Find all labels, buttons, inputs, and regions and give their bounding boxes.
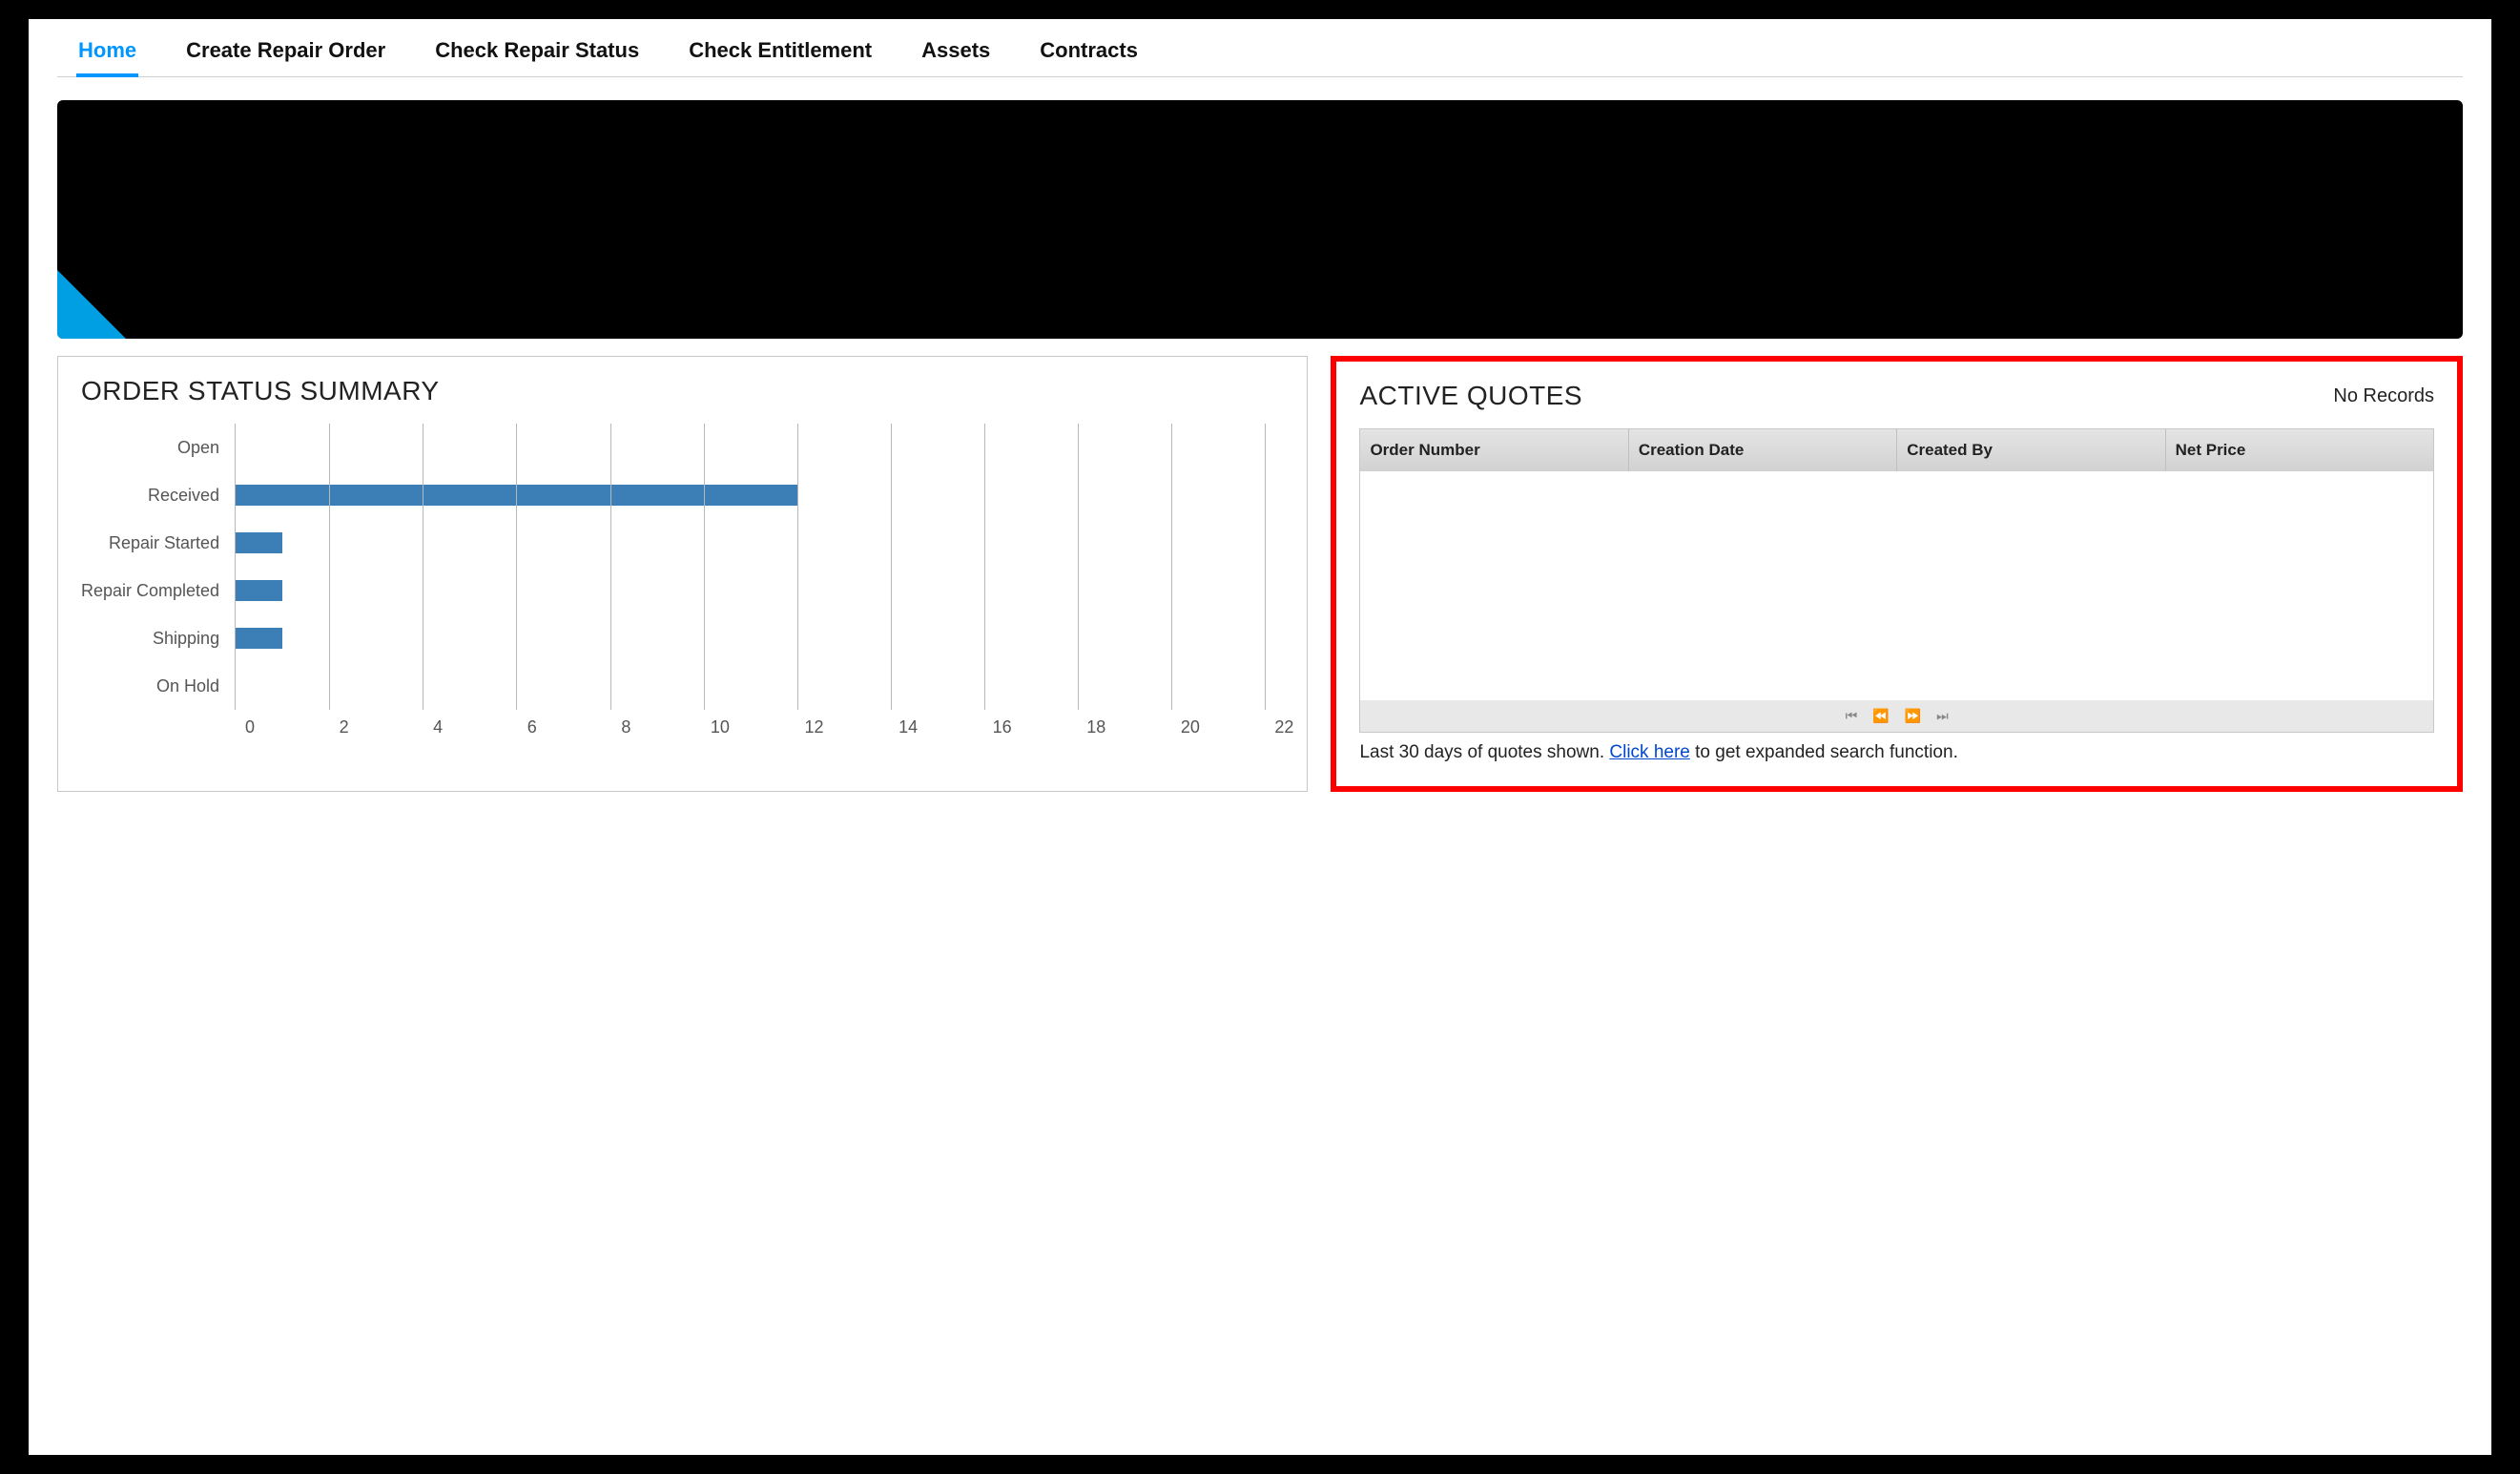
- chart-gridline: [516, 424, 517, 710]
- banner-corner-accent: [57, 270, 126, 339]
- chart-y-labels: OpenReceivedRepair StartedRepair Complet…: [81, 424, 235, 710]
- chart-bar-row: [236, 424, 1265, 471]
- page: Home Create Repair Order Check Repair Stat…: [29, 19, 2491, 1455]
- chart: OpenReceivedRepair StartedRepair Complet…: [81, 424, 1284, 710]
- chart-x-tick: 16: [993, 717, 1012, 737]
- quotes-footer-suffix: to get expanded search function.: [1690, 742, 1958, 762]
- chart-x-tick: 20: [1181, 717, 1200, 737]
- nav-tab-assets[interactable]: Assets: [919, 34, 992, 76]
- quotes-pager: ⏮ ⏪ ⏩ ⏭: [1360, 700, 2433, 732]
- chart-category-label: Repair Completed: [81, 567, 219, 614]
- chart-x-tick: 4: [433, 717, 443, 737]
- chart-bar: [236, 580, 282, 601]
- quotes-footer-prefix: Last 30 days of quotes shown.: [1359, 742, 1609, 762]
- quotes-column-header[interactable]: Created By: [1897, 429, 2165, 471]
- quotes-column-header[interactable]: Order Number: [1360, 429, 1628, 471]
- panel-header: ORDER STATUS SUMMARY: [81, 376, 1284, 406]
- chart-x-tick: 22: [1274, 717, 1293, 737]
- chart-x-tick: 18: [1086, 717, 1105, 737]
- chart-x-tick: 10: [711, 717, 730, 737]
- order-status-title: ORDER STATUS SUMMARY: [81, 376, 440, 406]
- quotes-column-header[interactable]: Creation Date: [1629, 429, 1897, 471]
- chart-bar-row: [236, 662, 1265, 710]
- chart-category-label: Open: [81, 424, 219, 471]
- chart-bar: [236, 532, 282, 553]
- active-quotes-title: ACTIVE QUOTES: [1359, 381, 1582, 411]
- chart-gridline: [1078, 424, 1079, 710]
- chart-gridline: [1171, 424, 1172, 710]
- chart-gridline: [891, 424, 892, 710]
- order-status-summary-panel: ORDER STATUS SUMMARY OpenReceivedRepair …: [57, 356, 1308, 792]
- chart-gridline: [797, 424, 798, 710]
- chart-x-tick: 6: [527, 717, 537, 737]
- panels-row: ORDER STATUS SUMMARY OpenReceivedRepair …: [57, 356, 2463, 792]
- quotes-column-header[interactable]: Net Price: [2166, 429, 2433, 471]
- chart-bar-row: [236, 471, 1265, 519]
- chart-gridline: [1265, 424, 1266, 710]
- quotes-table-header: Order NumberCreation DateCreated ByNet P…: [1360, 429, 2433, 471]
- chart-gridline: [329, 424, 330, 710]
- chart-x-tick: 12: [804, 717, 823, 737]
- pager-next-icon[interactable]: ⏩: [1905, 708, 1921, 724]
- chart-gridline: [704, 424, 705, 710]
- chart-bar-row: [236, 614, 1265, 662]
- chart-gridline: [984, 424, 985, 710]
- chart-category-label: Repair Started: [81, 519, 219, 567]
- nav-tab-contracts[interactable]: Contracts: [1038, 34, 1140, 76]
- top-nav: Home Create Repair Order Check Repair Stat…: [57, 19, 2463, 77]
- chart-plot-area: [235, 424, 1265, 710]
- chart-x-axis: 0246810121416182022: [250, 710, 1284, 738]
- quotes-table-body: [1360, 471, 2433, 700]
- quotes-table: Order NumberCreation DateCreated ByNet P…: [1359, 428, 2434, 733]
- nav-tab-create-repair-order[interactable]: Create Repair Order: [184, 34, 387, 76]
- chart-bar-row: [236, 567, 1265, 614]
- chart-x-tick: 14: [899, 717, 918, 737]
- chart-x-tick: 0: [245, 717, 255, 737]
- nav-tab-check-entitlement[interactable]: Check Entitlement: [687, 34, 874, 76]
- chart-bar: [236, 628, 282, 649]
- nav-tab-home[interactable]: Home: [76, 34, 138, 76]
- hero-banner: [57, 100, 2463, 339]
- quotes-header: ACTIVE QUOTES No Records: [1359, 381, 2434, 411]
- chart-x-tick: 8: [621, 717, 630, 737]
- quotes-footer: Last 30 days of quotes shown. Click here…: [1359, 742, 2434, 763]
- chart-x-tick: 2: [340, 717, 349, 737]
- active-quotes-panel: ACTIVE QUOTES No Records Order NumberCre…: [1331, 356, 2463, 792]
- pager-first-icon[interactable]: ⏮: [1846, 708, 1858, 724]
- chart-category-label: On Hold: [81, 662, 219, 710]
- pager-last-icon[interactable]: ⏭: [1936, 708, 1949, 724]
- chart-bar-row: [236, 519, 1265, 567]
- no-records-label: No Records: [2333, 385, 2434, 407]
- nav-tab-check-repair-status[interactable]: Check Repair Status: [433, 34, 641, 76]
- pager-prev-icon[interactable]: ⏪: [1872, 708, 1889, 724]
- chart-category-label: Shipping: [81, 614, 219, 662]
- chart-category-label: Received: [81, 471, 219, 519]
- chart-gridline: [610, 424, 611, 710]
- chart-bars: [236, 424, 1265, 710]
- quotes-footer-link[interactable]: Click here: [1609, 742, 1689, 762]
